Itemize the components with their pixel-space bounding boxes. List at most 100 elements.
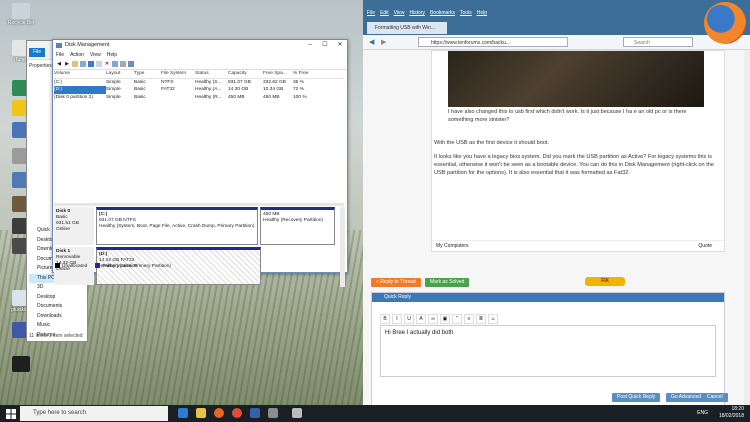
- firefox-window[interactable]: File Edit View History Bookmarks Tools Help Fo…: [363, 0, 750, 405]
- up-icon[interactable]: [72, 61, 78, 67]
- post-quick-reply-button[interactable]: Post Quick Reply: [612, 393, 661, 402]
- quote-button[interactable]: Quote: [698, 241, 712, 251]
- disk-management-taskbar-icon[interactable]: [292, 408, 302, 418]
- nav-item[interactable]: Videos: [29, 340, 85, 341]
- page-scrollbar[interactable]: [744, 50, 750, 405]
- column-header[interactable]: Status: [195, 70, 228, 78]
- image-icon[interactable]: ▣: [440, 314, 450, 324]
- link-icon[interactable]: ∞: [428, 314, 438, 324]
- table-cell: Basic: [134, 87, 146, 92]
- app-icon[interactable]: [250, 408, 260, 418]
- reply-textarea[interactable]: Hi Bree I actually did both: [380, 325, 716, 377]
- browser-menu-item[interactable]: Edit: [380, 10, 389, 16]
- partition-status: Healthy (System, Boot, Page File, Active…: [99, 224, 255, 229]
- fix-badge: FIX: [585, 277, 625, 286]
- disk-label[interactable]: Disk 0 Basic 931.51 GB Online: [54, 207, 94, 245]
- font-icon[interactable]: A: [416, 314, 426, 324]
- browser-menu-item[interactable]: File: [367, 10, 375, 16]
- browser-menu-item[interactable]: History: [409, 10, 425, 16]
- column-header[interactable]: File System: [161, 70, 195, 78]
- reply-to-thread-button[interactable]: + Reply to Thread: [371, 278, 421, 287]
- firefox-menubar: File Edit View History Bookmarks Tools Help: [367, 10, 487, 16]
- forward-arrow-icon[interactable]: ▶: [381, 38, 386, 46]
- italic-icon[interactable]: I: [392, 314, 402, 324]
- back-icon[interactable]: ◀: [56, 61, 62, 67]
- browser-menu-item[interactable]: Tools: [460, 10, 472, 16]
- table-cell: 450 MB: [263, 94, 280, 100]
- column-header[interactable]: Type: [134, 70, 161, 78]
- url-bar[interactable]: https://www.tenforums.com/backu...: [418, 37, 568, 47]
- language-indicator[interactable]: ENG: [697, 410, 708, 416]
- nav-item[interactable]: Music: [29, 321, 85, 331]
- menu-item[interactable]: Action: [70, 51, 84, 59]
- desktop-icon[interactable]: [6, 356, 36, 373]
- menu-item[interactable]: View: [90, 51, 101, 59]
- edge-icon[interactable]: [178, 408, 188, 418]
- table-row[interactable]: (C:) Simple Basic NTFS Healthy (S... 931.07 G…: [54, 79, 344, 87]
- table-cell: 100 %: [293, 94, 307, 100]
- bold-icon[interactable]: B: [380, 314, 390, 324]
- close-icon[interactable]: ✕: [333, 40, 347, 51]
- navigation-toolbar: ◀ ▶ https://www.tenforums.com/backu... S…: [363, 35, 750, 50]
- search-box[interactable]: Search: [623, 37, 693, 47]
- align-icon[interactable]: ≣: [476, 314, 486, 324]
- partition[interactable]: (C:) 931.07 GB NTFS Healthy (System, Boot,…: [96, 207, 258, 245]
- column-header[interactable]: Volume: [54, 70, 106, 78]
- maximize-icon[interactable]: ☐: [318, 40, 332, 51]
- back-arrow-icon[interactable]: ◀: [369, 38, 374, 46]
- pane-splitter[interactable]: [54, 203, 344, 206]
- table-row[interactable]: (D:) Simple Basic FAT32 Healthy (A... 14.30 G…: [54, 86, 344, 94]
- underline-icon[interactable]: U: [404, 314, 414, 324]
- folder-icon[interactable]: [196, 408, 206, 418]
- browser-menu-item[interactable]: View: [394, 10, 405, 16]
- view-icon[interactable]: [96, 61, 102, 67]
- app-icon[interactable]: [268, 408, 278, 418]
- column-header[interactable]: % Free: [293, 70, 313, 78]
- column-header[interactable]: Layout: [106, 70, 134, 78]
- table-cell: Basic: [134, 94, 146, 100]
- help-icon[interactable]: [88, 61, 94, 67]
- minimize-icon[interactable]: –: [303, 40, 317, 51]
- windows-start-icon[interactable]: [6, 409, 16, 419]
- forward-icon[interactable]: ▶: [64, 61, 70, 67]
- menu-item[interactable]: Help: [107, 51, 117, 59]
- partition[interactable]: 450 MB Healthy (Recovery Partition): [260, 207, 335, 245]
- browser-tab[interactable]: Formatting USB with Win...: [367, 22, 447, 34]
- check-icon[interactable]: [112, 61, 118, 67]
- dm-scrollbar[interactable]: [340, 207, 345, 287]
- go-advanced-button[interactable]: Go Advanced: [666, 393, 707, 402]
- mark-as-solved-button[interactable]: Mark as Solved: [425, 278, 470, 287]
- properties-button[interactable]: Properties: [29, 63, 52, 69]
- list-icon[interactable]: ≡: [464, 314, 474, 324]
- nav-item[interactable]: Desktop: [29, 293, 85, 303]
- table-cell: 332.62 GB: [263, 79, 286, 85]
- nav-item[interactable]: Downloads: [29, 312, 85, 322]
- nav-item[interactable]: Documents: [29, 302, 85, 312]
- cancel-button[interactable]: Cancel: [702, 393, 728, 402]
- menu-item[interactable]: File: [56, 51, 64, 59]
- my-computers-link[interactable]: My Computers: [436, 241, 469, 251]
- taskbar-search[interactable]: Type here to search: [20, 406, 168, 421]
- column-header[interactable]: Free Spa...: [263, 70, 293, 78]
- open-icon[interactable]: [120, 61, 126, 67]
- column-header[interactable]: Capacity: [228, 70, 263, 78]
- table-cell: Simple: [106, 94, 121, 100]
- firefox-taskbar-icon[interactable]: [214, 408, 224, 418]
- table-cell: NTFS: [161, 79, 174, 85]
- system-clock[interactable]: 18:20 18/02/2018: [719, 406, 744, 420]
- smiley-icon[interactable]: ☺: [488, 314, 498, 324]
- desktop-icon[interactable]: Recycle Bin: [6, 3, 36, 26]
- dm-title: Disk Management: [65, 42, 110, 48]
- file-tab[interactable]: File: [29, 48, 45, 57]
- explore-icon[interactable]: [128, 61, 134, 67]
- disk-management-window[interactable]: Disk Management – ☐ ✕ File Action View Help…: [52, 39, 348, 287]
- properties-icon[interactable]: [80, 61, 86, 67]
- quote-icon[interactable]: ": [452, 314, 462, 324]
- delete-icon[interactable]: ✕: [104, 61, 110, 67]
- chrome-icon[interactable]: [232, 408, 242, 418]
- table-cell: FAT32: [161, 87, 175, 92]
- browser-menu-item[interactable]: Help: [477, 10, 487, 16]
- clock-time: 18:20: [731, 406, 744, 412]
- browser-menu-item[interactable]: Bookmarks: [430, 10, 455, 16]
- table-row[interactable]: (Disk 0 partition 2) Simple Basic Healthy (…: [54, 94, 344, 102]
